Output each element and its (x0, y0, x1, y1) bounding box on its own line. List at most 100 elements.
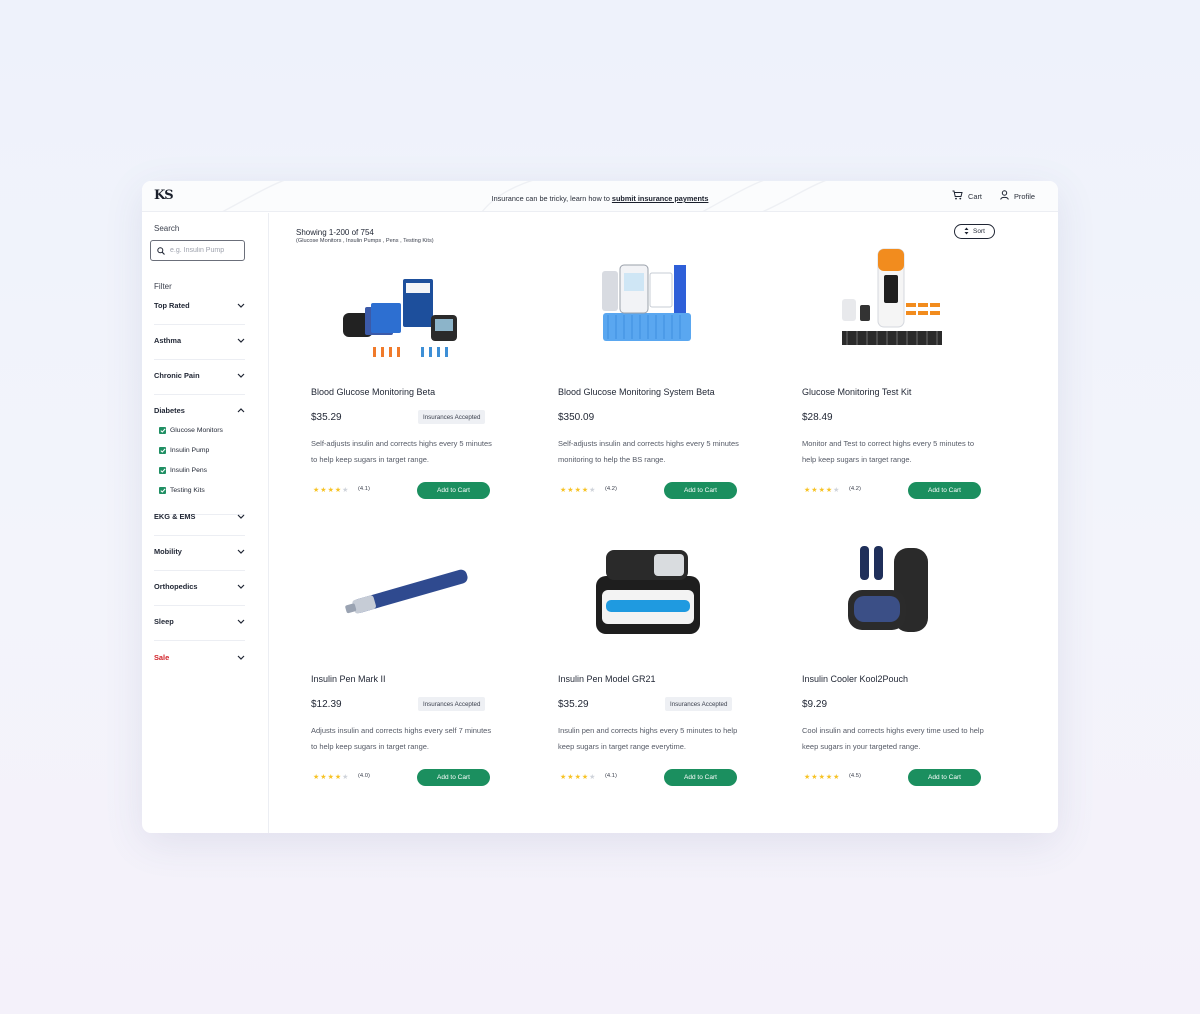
insurance-badge: Insurances Accepted (665, 697, 733, 711)
filter-group-label: Sleep (154, 616, 174, 626)
filter-option-label: Glucose Monitors (170, 426, 223, 434)
product-description: Self-adjusts insulin and corrects highs … (311, 439, 492, 464)
insurance-payments-link[interactable]: submit insurance payments (612, 194, 709, 203)
star-rating-icon: ★ ★ ★ ★ ★ (804, 487, 840, 494)
product-description: Cool insulin and corrects highs every ti… (802, 726, 984, 751)
insulin-pen-icon[interactable] (311, 530, 511, 650)
product-name[interactable]: Insulin Pen Mark II (311, 674, 386, 684)
product-price: $350.09 (558, 412, 595, 423)
add-to-cart-button[interactable]: Add to Cart (417, 769, 490, 786)
product-name[interactable]: Blood Glucose Monitoring Beta (311, 387, 435, 397)
filter-toggle-diabetes[interactable]: Diabetes (154, 403, 245, 417)
profile-label: Profile (1014, 191, 1035, 201)
product-description: Adjusts insulin and corrects highs every… (311, 726, 492, 751)
filter-chronic-pain: Chronic Pain (154, 368, 245, 395)
filter-toggle-chronic-pain[interactable]: Chronic Pain (154, 368, 245, 382)
add-to-cart-button[interactable]: Add to Cart (417, 482, 490, 499)
product-card: Insulin Cooler Kool2Pouch $9.29 Cool ins… (802, 530, 1002, 790)
chevron-down-icon (237, 371, 245, 380)
filter-group-label: EKG & EMS (154, 511, 196, 521)
product-price: $35.29 (558, 699, 589, 710)
chevron-down-icon (237, 512, 245, 521)
filter-toggle-mobility[interactable]: Mobility (154, 544, 245, 558)
filter-group-label: Diabetes (154, 405, 185, 415)
add-to-cart-button[interactable]: Add to Cart (664, 769, 737, 786)
search-field[interactable] (150, 240, 245, 261)
product-description: Monitor and Test to correct highs every … (802, 439, 975, 464)
profile-link[interactable]: Profile (1000, 190, 1035, 202)
star-rating-icon: ★ ★ ★ ★ ★ (560, 774, 596, 781)
chevron-down-icon (237, 336, 245, 345)
rating-value: (4.1) (358, 486, 370, 492)
cooler-pouch-icon[interactable] (802, 530, 1002, 650)
checkbox-checked-icon[interactable] (159, 446, 166, 454)
filter-toggle-ekg-ems[interactable]: EKG & EMS (154, 509, 245, 523)
rating-value: (4.2) (849, 486, 861, 492)
product-card: Insulin Pen Mark II $12.39 Insurances Ac… (311, 530, 511, 790)
filter-orthopedics: Orthopedics (154, 579, 245, 606)
product-price: $12.39 (311, 699, 342, 710)
add-to-cart-button[interactable]: Add to Cart (908, 482, 981, 499)
checkbox-checked-icon[interactable] (159, 486, 166, 494)
add-to-cart-button[interactable]: Add to Cart (908, 769, 981, 786)
filter-mobility: Mobility (154, 544, 245, 571)
cart-link[interactable]: Cart (952, 190, 982, 202)
filter-toggle-top-rated[interactable]: Top Rated (154, 298, 245, 312)
cart-label: Cart (968, 191, 982, 201)
star-rating-icon: ★ ★ ★ ★ ★ (804, 774, 840, 781)
filter-ekg-ems: EKG & EMS (154, 509, 245, 536)
filter-group-label: Mobility (154, 546, 182, 556)
chevron-down-icon (237, 617, 245, 626)
product-price: $28.49 (802, 412, 833, 423)
filter-group-label: Chronic Pain (154, 370, 200, 380)
filter-toggle-sale[interactable]: Sale (154, 650, 245, 664)
product-name[interactable]: Blood Glucose Monitoring System Beta (558, 387, 715, 397)
filter-sidebar: Search Filter Top Rated Asthma Chronic P… (142, 213, 269, 833)
rating-value: (4.5) (849, 773, 861, 779)
notice-text: Insurance can be tricky, learn how to (491, 194, 612, 203)
glucose-kit-icon[interactable] (311, 243, 511, 363)
product-name[interactable]: Insulin Pen Model GR21 (558, 674, 656, 684)
filter-sleep: Sleep (154, 614, 245, 641)
filter-toggle-sleep[interactable]: Sleep (154, 614, 245, 628)
filter-option-label: Testing Kits (170, 486, 205, 494)
chevron-down-icon (237, 301, 245, 310)
filter-option-label: Insulin Pump (170, 446, 210, 454)
product-card: Insulin Pen Model GR21 $35.29 Insurances… (558, 530, 758, 790)
insulin-pen-case-icon[interactable] (558, 530, 758, 650)
filter-toggle-orthopedics[interactable]: Orthopedics (154, 579, 245, 593)
filter-option-glucose-monitors[interactable]: Glucose Monitors (154, 420, 245, 440)
star-rating-icon: ★ ★ ★ ★ ★ (313, 774, 349, 781)
checkbox-checked-icon[interactable] (159, 426, 166, 434)
filter-option-label: Insulin Pens (170, 466, 208, 474)
filter-diabetes: Diabetes Glucose Monitors Insulin Pump I… (154, 403, 245, 515)
filter-option-testing-kits[interactable]: Testing Kits (154, 480, 245, 500)
sort-button[interactable]: Sort (954, 224, 995, 239)
product-price: $35.29 (311, 412, 342, 423)
rating-value: (4.2) (605, 486, 617, 492)
search-icon (157, 242, 165, 260)
add-to-cart-button[interactable]: Add to Cart (664, 482, 737, 499)
test-kit-icon[interactable] (802, 243, 1002, 363)
chevron-down-icon (237, 547, 245, 556)
star-rating-icon: ★ ★ ★ ★ ★ (313, 487, 349, 494)
checkbox-checked-icon[interactable] (159, 466, 166, 474)
glucose-meter-icon[interactable] (558, 243, 758, 363)
insurance-badge: Insurances Accepted (418, 410, 486, 424)
search-input[interactable] (170, 247, 240, 254)
product-name[interactable]: Insulin Cooler Kool2Pouch (802, 674, 908, 684)
insurance-badge: Insurances Accepted (418, 697, 486, 711)
product-name[interactable]: Glucose Monitoring Test Kit (802, 387, 911, 397)
product-listing: Showing 1-200 of 754 (Glucose Monitors ,… (270, 213, 1058, 833)
product-description: Self-adjusts insulin and corrects highs … (558, 439, 739, 464)
filter-group-label: Top Rated (154, 300, 190, 310)
star-rating-icon: ★ ★ ★ ★ ★ (560, 487, 596, 494)
filter-option-insulin-pens[interactable]: Insulin Pens (154, 460, 245, 480)
rating-value: (4.0) (358, 773, 370, 779)
filter-option-insulin-pump[interactable]: Insulin Pump (154, 440, 245, 460)
product-card: Blood Glucose Monitoring System Beta $35… (558, 243, 758, 503)
filter-asthma: Asthma (154, 333, 245, 360)
chevron-up-icon (237, 406, 245, 415)
sort-icon (964, 227, 969, 237)
filter-toggle-asthma[interactable]: Asthma (154, 333, 245, 347)
